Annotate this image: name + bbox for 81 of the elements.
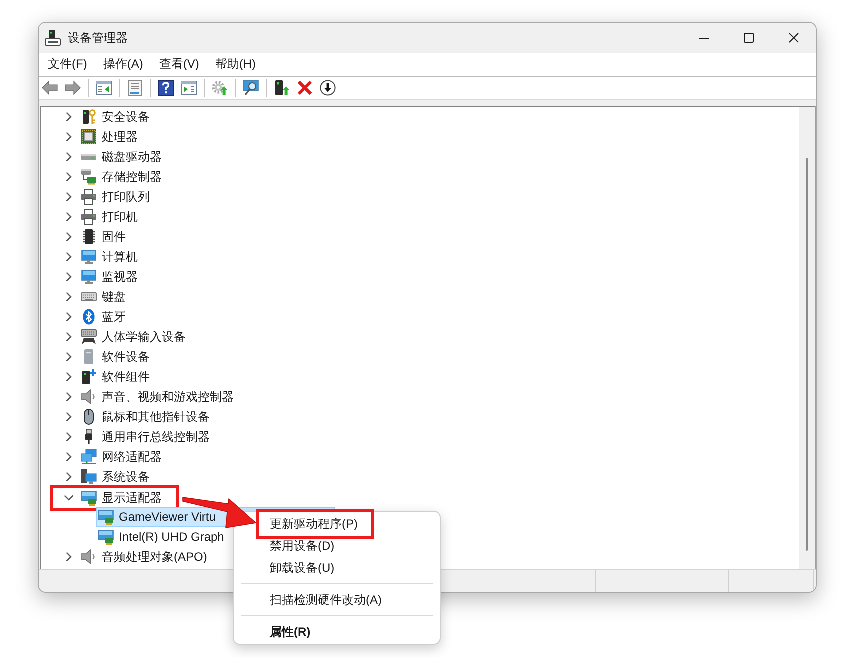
memory-chip-icon [81,229,97,245]
tree-item[interactable]: 打印队列 [79,187,154,207]
tree-item[interactable]: 软件设备 [79,347,154,367]
cross-icon[interactable] [297,80,313,96]
chevron-right-icon[interactable] [66,472,72,482]
chevron-right-icon[interactable] [66,172,72,182]
printer-icon [81,189,97,205]
tree-item[interactable]: 声音、视频和游戏控制器 [79,387,238,407]
menu-item[interactable]: 帮助(H) [207,53,264,76]
scrollbar-thumb[interactable] [806,158,808,551]
menu-item[interactable]: 禁用设备(D) [270,535,335,557]
chevron-right-icon[interactable] [66,232,72,242]
chevron-right-icon[interactable] [66,252,72,262]
chevron-down-icon[interactable] [64,495,74,501]
monitor-icon [81,269,97,285]
window-title: 设备管理器 [68,30,128,46]
chevron-right-icon[interactable] [66,552,72,562]
chevron-right-icon[interactable] [66,312,72,322]
network-monitors-icon [81,449,97,465]
tree-item[interactable]: 磁盘驱动器 [79,147,166,167]
maximize-icon[interactable] [744,33,754,43]
speaker-icon [81,389,97,405]
document-icon[interactable] [127,80,143,96]
menu-item[interactable]: 查看(V) [151,53,208,76]
tree-item[interactable]: 显示适配器 [79,488,166,508]
chevron-right-icon[interactable] [66,132,72,142]
tree-item[interactable]: 音频处理对象(APO) [79,547,212,567]
tree-item[interactable]: 安全设备 [79,107,154,127]
chevron-right-icon[interactable] [66,452,72,462]
chevron-right-icon[interactable] [66,352,72,362]
tree-item[interactable]: 监视器 [79,267,142,287]
chevron-right-icon[interactable] [66,272,72,282]
keyboard-gamepad-icon [81,329,97,345]
tree-item[interactable]: 固件 [79,227,130,247]
speaker-icon [81,549,97,565]
tree-item[interactable]: 人体学输入设备 [79,327,190,347]
tower-key-icon [81,109,97,125]
scrollbar[interactable] [799,107,815,569]
menu-item[interactable]: 卸载设备(U) [270,557,335,579]
display-adapter-icon [98,509,114,525]
chevron-right-icon[interactable] [66,152,72,162]
chevron-right-icon[interactable] [66,112,72,122]
tree-item[interactable]: 软件组件 [79,367,154,387]
tower-plus-icon [81,369,97,385]
display-adapter-icon [81,490,97,506]
menu-item[interactable]: 文件(F) [40,53,96,76]
chevron-right-icon[interactable] [66,432,72,442]
chevron-right-icon[interactable] [66,192,72,202]
tree-item[interactable]: 鼠标和其他指针设备 [79,407,214,427]
chevron-right-icon[interactable] [66,292,72,302]
menu-item[interactable]: 属性(R) [270,621,311,643]
tree-item[interactable]: 蓝牙 [79,307,130,327]
device-tower-icon [45,30,61,46]
menu-item[interactable]: 扫描检测硬件改动(A) [270,589,382,611]
tree-item[interactable]: 网络适配器 [79,447,166,467]
help-icon[interactable] [158,80,174,96]
chevron-right-icon[interactable] [66,212,72,222]
chevron-right-icon[interactable] [66,392,72,402]
chevron-right-icon[interactable] [66,332,72,342]
chip-icon [81,129,97,145]
close-icon[interactable] [788,33,798,43]
tree-item[interactable]: 计算机 [79,247,142,267]
display-adapter-icon [98,529,114,545]
mouse-icon [81,409,97,425]
tree-item[interactable]: 打印机 [79,207,142,227]
tree-item[interactable]: 处理器 [79,127,142,147]
tower-monitor-icon [81,469,97,485]
bluetooth-icon [81,309,97,325]
tower-up-arrow-icon[interactable] [274,80,290,96]
chevron-right-icon[interactable] [66,372,72,382]
tree-item[interactable]: 键盘 [79,287,130,307]
monitor-magnifier-icon[interactable] [243,80,259,96]
monitor-icon [81,249,97,265]
tree-item[interactable]: 存储控制器 [79,167,166,187]
drive-card-icon [81,169,97,185]
printer-icon [81,209,97,225]
menu-item[interactable]: 操作(A) [95,53,152,76]
tree-item[interactable]: 系统设备 [79,467,154,487]
tree-item[interactable]: 通用串行总线控制器 [79,427,214,447]
chevron-right-icon[interactable] [66,412,72,422]
tree-item[interactable]: Intel(R) UHD Graph [96,527,228,547]
